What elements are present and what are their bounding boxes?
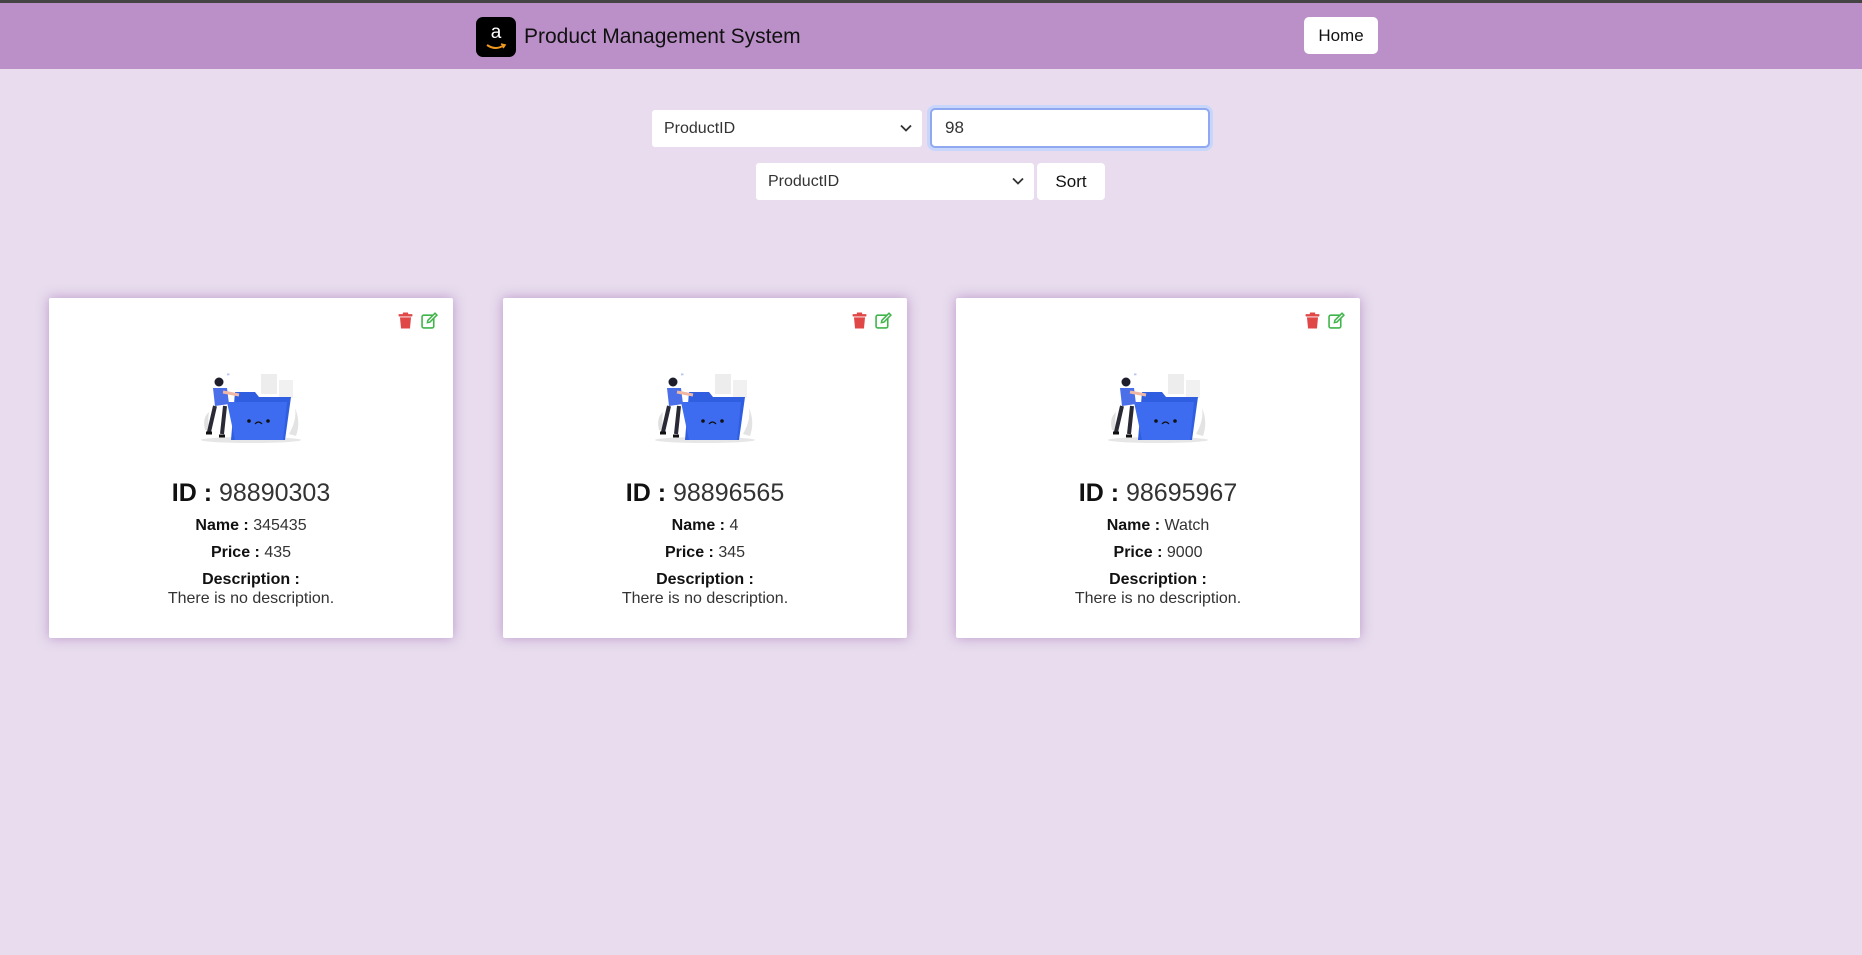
- search-input[interactable]: [930, 108, 1210, 148]
- chevron-down-icon: [900, 124, 912, 132]
- edit-icon[interactable]: [1328, 312, 1345, 329]
- card-actions: [1304, 312, 1345, 329]
- trash-icon[interactable]: [851, 312, 868, 329]
- product-description-label: Description :: [1109, 571, 1207, 588]
- sort-field-select-value: ProductID: [768, 172, 840, 190]
- trash-icon[interactable]: [397, 312, 414, 329]
- svg-text:": ": [227, 373, 230, 380]
- search-field-select-value: ProductID: [664, 119, 736, 137]
- search-field-select[interactable]: ProductID: [652, 110, 922, 147]
- logo-letter: a: [490, 21, 502, 43]
- product-card: " ID : 98695967 Name : Watch Price : 900…: [956, 298, 1360, 638]
- logo-smile-icon: [486, 42, 507, 49]
- empty-folder-illustration: ": [1108, 373, 1208, 443]
- card-actions: [397, 312, 438, 329]
- amazon-logo-icon: a: [476, 17, 516, 57]
- edit-icon[interactable]: [875, 312, 892, 329]
- product-id: ID : 98890303: [171, 479, 331, 507]
- app-title: Product Management System: [524, 25, 801, 48]
- svg-text:": ": [1134, 373, 1137, 380]
- product-price: Price : 435: [210, 544, 292, 561]
- sort-field-select[interactable]: ProductID: [756, 163, 1034, 200]
- top-navbar: a Product Management System Home: [0, 0, 1862, 69]
- product-description: There is no description.: [1074, 590, 1242, 607]
- product-id: ID : 98695967: [1078, 479, 1238, 507]
- product-card: " ID : 98890303 Name : 345435 Price : 43…: [49, 298, 453, 638]
- empty-folder-illustration: ": [201, 373, 301, 443]
- home-button[interactable]: Home: [1304, 17, 1378, 54]
- product-price: Price : 9000: [1113, 544, 1203, 561]
- product-card: " ID : 98896565 Name : 4 Price : 345 Des…: [503, 298, 907, 638]
- product-description-label: Description :: [202, 571, 300, 588]
- product-description: There is no description.: [167, 590, 335, 607]
- card-actions: [851, 312, 892, 329]
- product-name: Name : 4: [671, 517, 739, 534]
- svg-text:": ": [681, 373, 684, 380]
- chevron-down-icon: [1012, 177, 1024, 185]
- product-name: Name : 345435: [195, 517, 307, 534]
- sort-button[interactable]: Sort: [1037, 163, 1105, 200]
- product-id: ID : 98896565: [625, 479, 785, 507]
- product-description-label: Description :: [656, 571, 754, 588]
- edit-icon[interactable]: [421, 312, 438, 329]
- product-description: There is no description.: [621, 590, 789, 607]
- empty-folder-illustration: ": [655, 373, 755, 443]
- product-name: Name : Watch: [1106, 517, 1210, 534]
- product-price: Price : 345: [664, 544, 746, 561]
- brand[interactable]: a Product Management System: [476, 17, 801, 57]
- trash-icon[interactable]: [1304, 312, 1321, 329]
